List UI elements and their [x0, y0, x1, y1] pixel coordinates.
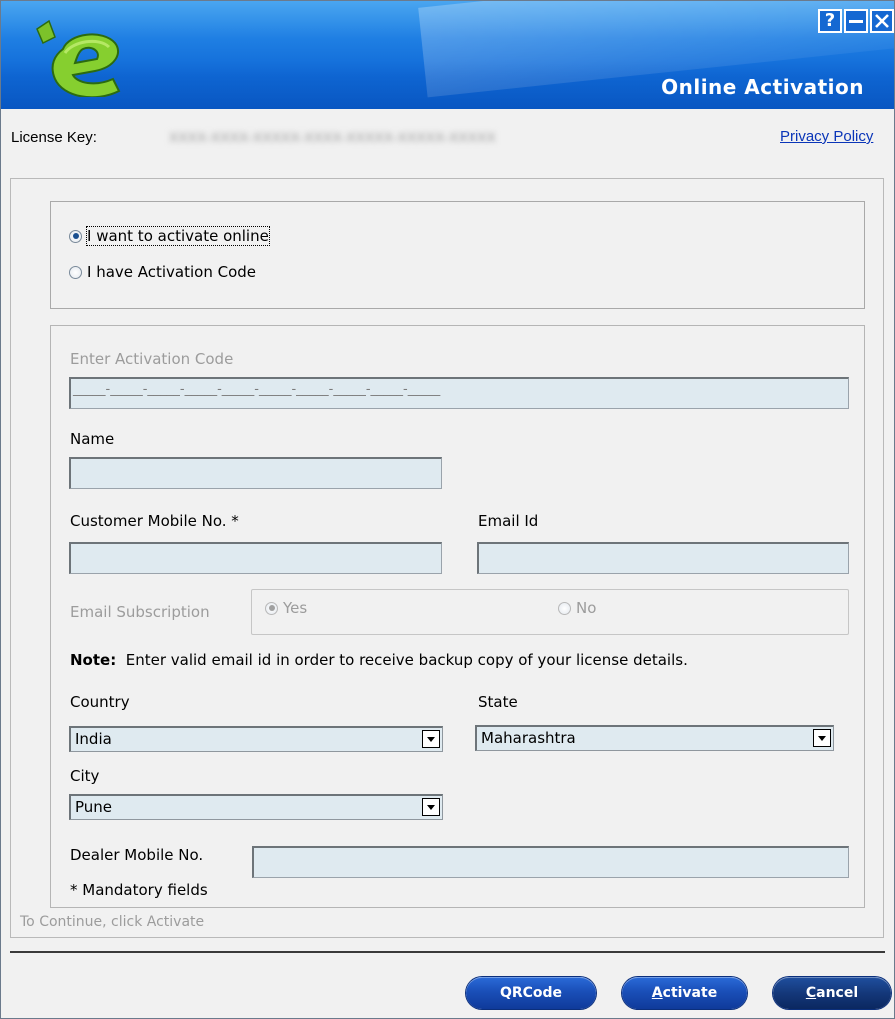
continue-hint: To Continue, click Activate: [20, 914, 205, 930]
radio-button[interactable]: [558, 601, 571, 615]
customer-mobile-field[interactable]: [69, 542, 442, 574]
activate-accesskey: A: [651, 985, 663, 1001]
cancel-accesskey: C: [805, 985, 817, 1001]
chevron-down-icon[interactable]: [813, 729, 831, 747]
close-icon: [875, 14, 889, 28]
radio-label: I want to activate online: [86, 226, 270, 246]
activate-label: ctivate: [662, 985, 718, 1001]
city-select[interactable]: Pune: [69, 794, 443, 820]
activation-code-label: Enter Activation Code: [70, 350, 234, 368]
radio-label: I have Activation Code: [87, 263, 257, 281]
cancel-button[interactable]: Cancel: [773, 977, 891, 1009]
country-select[interactable]: India: [69, 726, 443, 752]
chevron-down-icon[interactable]: [422, 730, 440, 748]
radio-subscription-no[interactable]: No: [558, 599, 596, 617]
radio-label: Yes: [283, 599, 308, 617]
note-text: Note: Enter valid email id in order to r…: [70, 651, 688, 669]
online-activation-window: ? Online Activation License Key: XXXX-XX…: [0, 0, 895, 1019]
email-label: Email Id: [478, 512, 539, 530]
privacy-policy-link[interactable]: Privacy Policy: [780, 128, 873, 145]
state-select[interactable]: Maharashtra: [475, 725, 834, 751]
close-button[interactable]: [870, 9, 894, 33]
mandatory-fields-note: * Mandatory fields: [70, 881, 208, 899]
chevron-down-icon[interactable]: [422, 798, 440, 816]
radio-activate-online[interactable]: I want to activate online: [69, 226, 270, 246]
customer-mobile-label: Customer Mobile No. *: [70, 512, 239, 530]
note-body: Enter valid email id in order to receive…: [125, 651, 688, 669]
name-field[interactable]: [69, 457, 442, 489]
footer-divider: [10, 951, 885, 953]
note-prefix: Note:: [70, 651, 117, 669]
qrcode-button[interactable]: QRCode: [466, 977, 596, 1009]
state-value: Maharashtra: [481, 729, 576, 747]
email-subscription-label: Email Subscription: [70, 603, 210, 621]
help-button[interactable]: ?: [818, 9, 842, 33]
minimize-icon: [849, 20, 863, 23]
activation-mode-group: [50, 201, 865, 309]
radio-button-checked[interactable]: [265, 601, 278, 615]
email-subscription-box: [251, 589, 849, 635]
activation-code-mask: _____-_____-_____-_____-_____-_____-____…: [73, 382, 441, 397]
minimize-button[interactable]: [844, 9, 868, 33]
city-label: City: [70, 767, 100, 785]
license-key-value: XXXX-XXXX-XXXXX-XXXX-XXXXX-XXXXX-XXXXX: [169, 129, 496, 145]
license-key-label: License Key:: [11, 129, 97, 146]
activate-button[interactable]: Activate: [622, 977, 747, 1009]
dealer-mobile-label: Dealer Mobile No.: [70, 846, 204, 864]
city-value: Pune: [75, 798, 113, 816]
country-value: India: [75, 730, 112, 748]
state-label: State: [478, 693, 518, 711]
radio-label: No: [576, 599, 597, 617]
activation-code-field[interactable]: _____-_____-_____-_____-_____-_____-____…: [69, 377, 849, 409]
dealer-mobile-field[interactable]: [252, 846, 849, 878]
window-title: Online Activation: [661, 75, 864, 99]
e-logo-icon: [36, 19, 121, 97]
name-label: Name: [70, 430, 115, 448]
radio-have-activation-code[interactable]: I have Activation Code: [69, 263, 256, 281]
cancel-label: ancel: [816, 985, 859, 1001]
radio-button[interactable]: [69, 265, 82, 279]
country-label: Country: [70, 693, 130, 711]
radio-subscription-yes[interactable]: Yes: [265, 599, 307, 617]
radio-button-checked[interactable]: [69, 229, 82, 243]
email-field[interactable]: [477, 542, 849, 574]
title-bar: ? Online Activation: [1, 1, 894, 109]
